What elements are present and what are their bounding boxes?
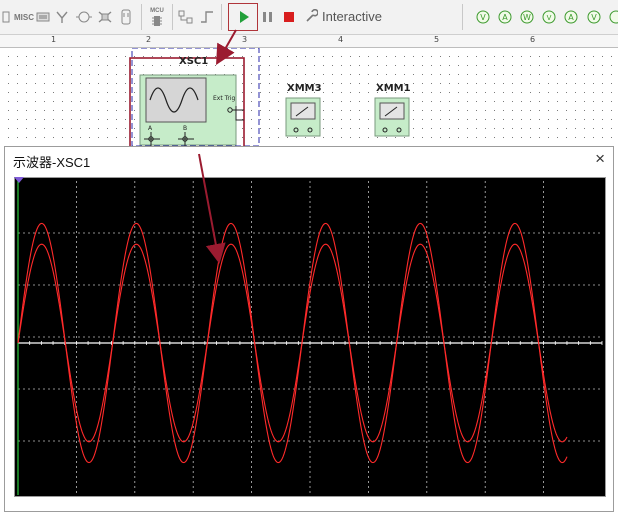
power-probe-icon[interactable]: W [520,10,534,24]
pause-simulation-button[interactable] [260,7,276,27]
ext-trig-label: Ext Trig [213,95,236,102]
multimeter-ref-label: XMM1 [376,83,411,94]
mcu-label: MCU [150,8,164,14]
oscilloscope-window[interactable]: 示波器-XSC1 × [4,146,614,512]
rf-icon[interactable] [97,7,113,27]
connector-icon[interactable] [119,7,133,27]
close-button[interactable]: × [595,149,605,169]
channel-b-label: B [183,125,188,132]
schematic-graphics [129,48,410,148]
svg-text:A: A [502,13,508,22]
interactive-mode-button[interactable]: Interactive [304,6,382,26]
simulation-toolbar: MISC MCU Interactive V A W V A V [0,0,618,35]
svg-text:V: V [480,13,486,22]
horizontal-ruler: 1 2 3 4 5 6 [0,35,618,48]
ruler-tick: 2 [146,35,152,44]
run-simulation-button[interactable] [236,7,252,27]
reference-probe-icon[interactable]: A [564,10,578,24]
multimeter-ref-label: XMM3 [287,83,322,94]
scope-screen [14,177,606,497]
interactive-mode-label: Interactive [322,8,382,24]
stop-simulation-button[interactable] [281,7,297,27]
svg-text:V: V [591,13,597,22]
ruler-tick: 6 [530,35,536,44]
ruler-tick: 1 [51,35,57,44]
ruler-tick: 4 [338,35,344,44]
pause-icon [263,12,272,22]
oscilloscope-ref-label: XSC1 [179,56,209,67]
antenna-icon[interactable] [55,7,69,27]
wrench-icon [306,9,318,22]
hierarchy-icon[interactable] [178,7,194,27]
differential-voltage-probe-icon[interactable]: V [542,10,556,24]
electromech-icon[interactable] [75,7,93,27]
stop-icon [284,12,294,22]
current-probe-icon[interactable]: A [498,10,512,24]
more-probes-icon[interactable] [609,10,618,24]
toolbar-item-icon[interactable] [2,7,10,27]
svg-text:V: V [547,14,552,22]
misc-button[interactable]: MISC [12,7,36,27]
mcu-button[interactable]: MCU [146,7,168,27]
ruler-tick: 3 [242,35,248,44]
play-icon [240,11,249,23]
digital-probe-icon[interactable]: V [587,10,601,24]
oscilloscope-screen [145,77,207,123]
svg-text:W: W [523,13,531,22]
misc-device-icon[interactable] [35,7,51,27]
channel-a-label: A [148,125,153,132]
svg-text:A: A [568,13,574,22]
window-title: 示波器-XSC1 [13,155,91,170]
voltage-probe-icon[interactable]: V [476,10,490,24]
bus-icon[interactable] [199,7,215,27]
ruler-tick: 5 [434,35,440,44]
